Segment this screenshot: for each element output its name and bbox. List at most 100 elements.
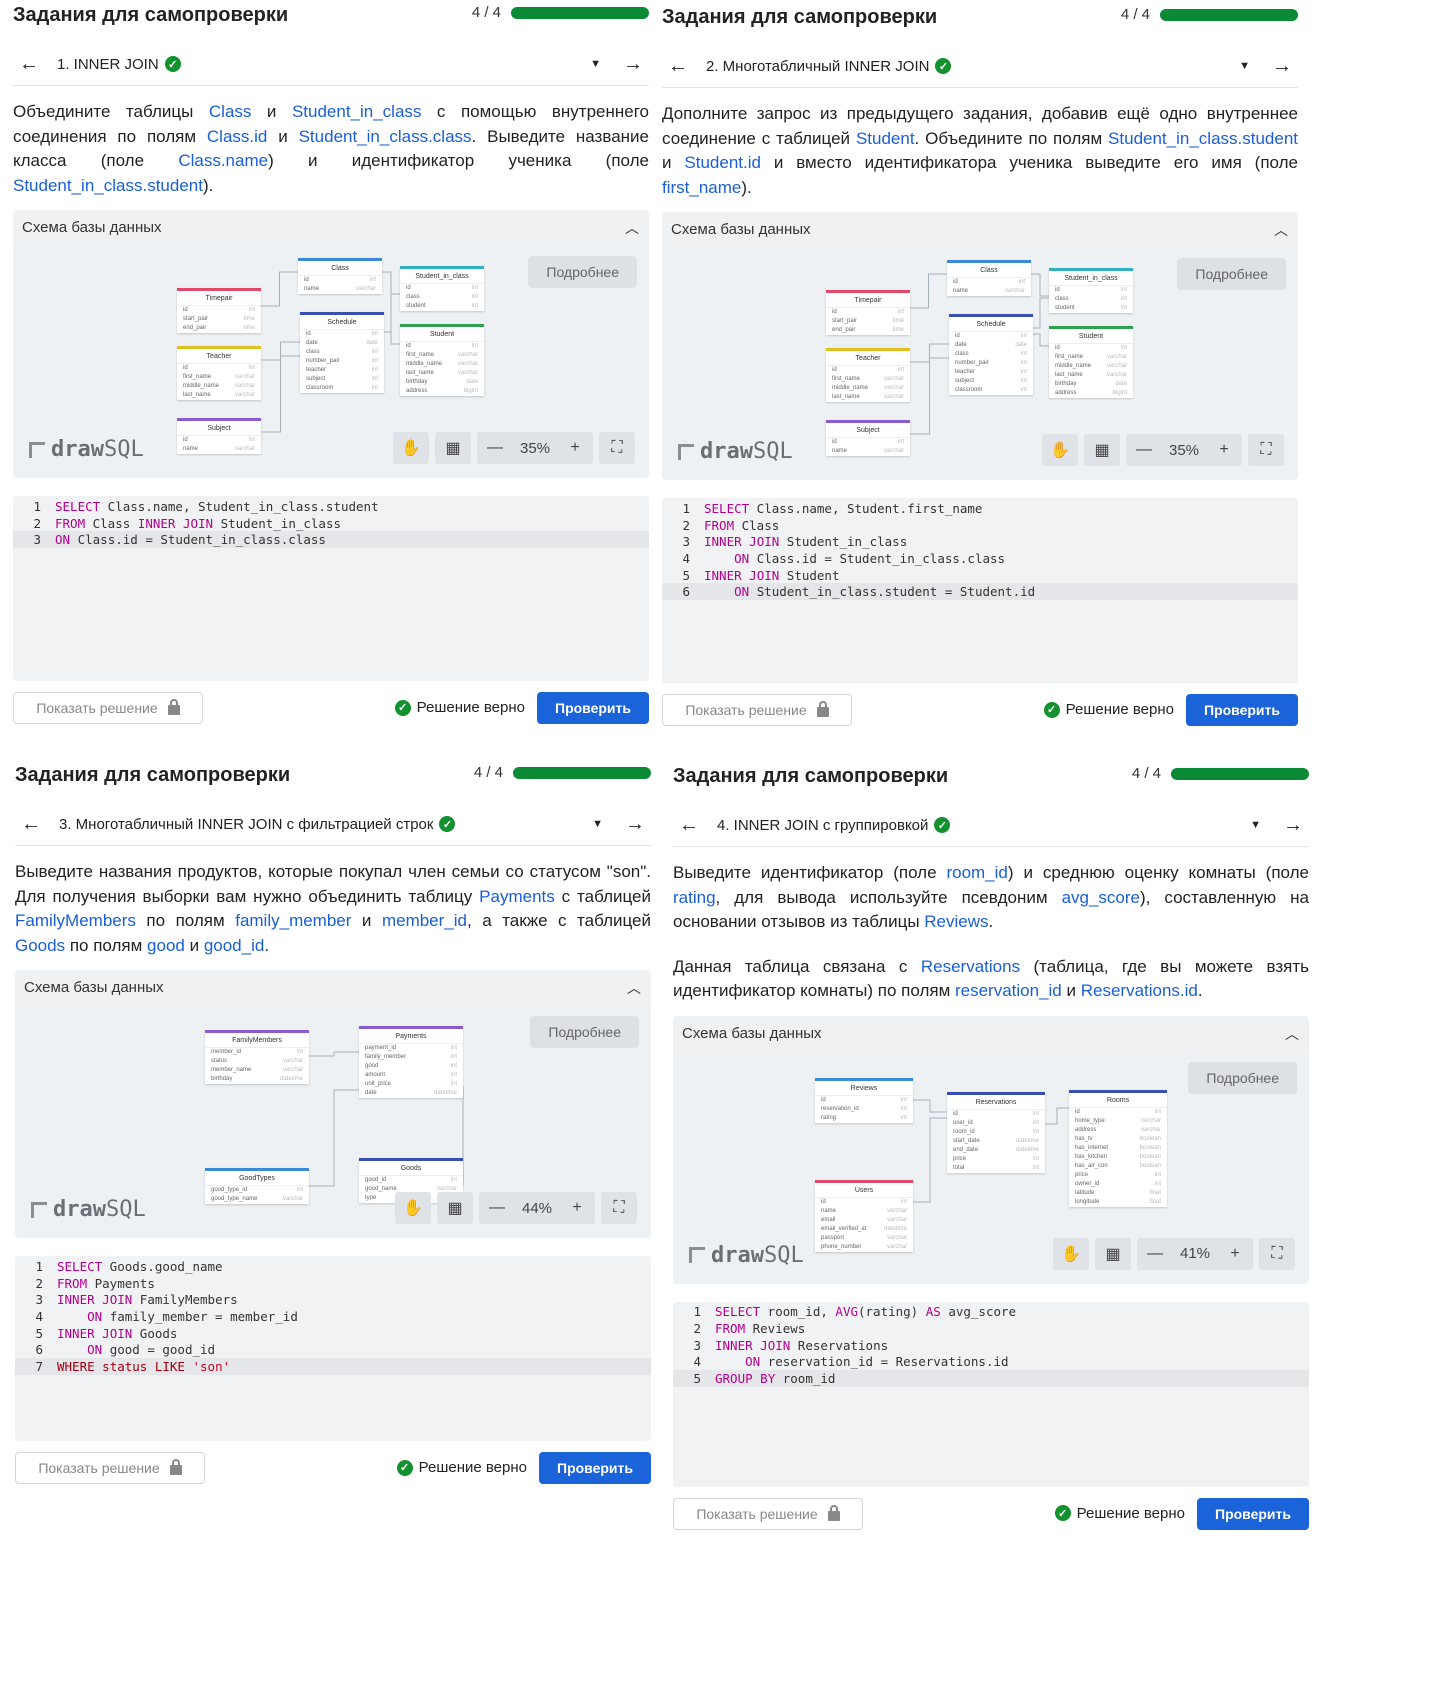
sql-editor[interactable]: 1 SELECT Class.name, Student.first_name 2 F… [662,498,1298,683]
schema-header[interactable]: Схема базы данных ︿ [13,210,649,246]
zoom-out-icon[interactable]: — [479,1192,515,1224]
hand-icon[interactable]: ✋ [395,1192,431,1224]
code-token: status [102,1358,148,1374]
schema-column: date datetime [359,1089,463,1098]
schema-header[interactable]: Схема базы данных ︿ [15,970,651,1006]
more-button[interactable]: Подробнее [530,1016,639,1048]
fullscreen-icon[interactable]: ⛶ [1248,434,1284,466]
field-link: Student_in_class.student [1108,128,1299,148]
caret-down-icon[interactable]: ▼ [592,818,603,830]
code-line: 5 INNER JOIN Student [662,567,1298,584]
column-type: varchar [883,376,904,382]
show-solution-button[interactable]: Показать решение [15,1452,205,1484]
column-name: middle_name [183,383,220,389]
zoom-out-icon[interactable]: — [1137,1237,1173,1270]
sql-editor[interactable]: 1 SELECT room_id, AVG(rating) AS avg_scor… [673,1301,1309,1487]
arrow-left-icon[interactable]: ← [19,54,39,74]
zoom-in-icon[interactable]: + [1217,1237,1253,1270]
chevron-up-icon[interactable]: ︿ [1285,1024,1299,1044]
schema-table-name: FamilyMembers [205,1030,309,1048]
code-text: INNER JOIN Reservations [715,1337,889,1353]
column-name: id [832,309,837,315]
schema-canvas[interactable]: FamilyMembers member_id int status varchar me… [15,1006,651,1238]
zoom-in-icon[interactable]: + [557,432,593,464]
check-button[interactable]: Проверить [1186,694,1298,726]
grid-icon[interactable]: ▦ [1095,1237,1131,1270]
sql-editor[interactable]: 1 SELECT Goods.good_name 2 FROM Payments 3 IN… [15,1256,651,1441]
fullscreen-icon[interactable]: ⛶ [599,432,635,464]
column-name: id [821,1198,826,1205]
hand-icon[interactable]: ✋ [393,432,429,464]
column-type: int [1020,360,1027,366]
zoom-out-icon[interactable]: — [477,432,513,464]
check-button[interactable]: Проверить [539,1452,651,1484]
column-type: int [1032,1164,1039,1171]
schema-table-name: Schedule [300,312,384,330]
chevron-up-icon[interactable]: ︿ [625,218,639,238]
hand-icon[interactable]: ✋ [1042,434,1078,466]
check-button[interactable]: Проверить [1197,1497,1309,1530]
logo-text: drawSQL [53,1197,146,1222]
more-button[interactable]: Подробнее [1177,258,1286,290]
progress-bar [1160,8,1298,21]
schema-canvas[interactable]: Reviews id int reservation_id int rating int Re… [673,1051,1309,1284]
zoom-in-icon[interactable]: + [559,1192,595,1224]
task-description: Выведите идентификатор (поле room_id) и … [673,863,1310,931]
column-name: longitude [1075,1198,1100,1205]
code-token: JOIN [749,534,780,550]
grid-icon[interactable]: ▦ [437,1192,473,1224]
arrow-left-icon[interactable]: ← [668,56,688,76]
line-number: 3 [35,1292,43,1308]
arrow-right-icon[interactable]: → [625,814,645,834]
check-circle-icon: ✓ [1043,701,1060,718]
line-number: 3 [693,1337,701,1353]
caret-down-icon[interactable]: ▼ [1250,819,1261,831]
zoom-in-icon[interactable]: + [1206,434,1242,466]
arrow-right-icon[interactable]: → [1283,815,1303,835]
task-panel: Задания для самопроверки 4 / 4 ← 3. Многота… [15,760,651,1486]
schema-table-name: Rooms [1069,1089,1167,1108]
arrow-left-icon[interactable]: ← [679,815,699,835]
task-title[interactable]: 1. INNER JOIN ✓ [57,56,181,73]
schema-column: last_name varchar [1049,371,1133,380]
check-circle-icon: ✓ [935,58,952,74]
column-name: last_name [406,370,434,376]
field-link: good_id [203,935,265,955]
zoom-out-icon[interactable]: — [1126,434,1162,466]
more-button[interactable]: Подробнее [1188,1061,1297,1094]
field-link: first_name [662,177,742,197]
schema-canvas[interactable]: Timepair id int start_pair time end_pair time T… [13,246,649,478]
show-solution-button[interactable]: Показать решение [662,694,852,726]
task-title[interactable]: 4. INNER JOIN с группировкой ✓ [717,817,951,834]
hand-icon[interactable]: ✋ [1053,1237,1089,1270]
schema-table: Schedule id int date date class int number_pair… [300,312,384,393]
grid-icon[interactable]: ▦ [435,432,471,464]
show-solution-button[interactable]: Показать решение [13,692,203,724]
page-title: Задания для самопроверки [15,764,291,786]
schema-header[interactable]: Схема базы данных ︿ [662,212,1298,248]
arrow-left-icon[interactable]: ← [21,814,41,834]
schema-header[interactable]: Схема базы данных ︿ [673,1016,1309,1052]
sql-editor[interactable]: 1 SELECT Class.name, Student_in_class.stu… [13,496,649,681]
chevron-up-icon[interactable]: ︿ [1274,220,1288,240]
grid-icon[interactable]: ▦ [1084,434,1120,466]
arrow-right-icon[interactable]: → [623,54,643,74]
show-solution-button[interactable]: Показать решение [673,1497,863,1530]
schema-canvas[interactable]: Timepair id int start_pair time end_pair time T… [662,248,1298,480]
schema-column: email varchar [815,1216,913,1225]
arrow-right-icon[interactable]: → [1272,56,1292,76]
task-title[interactable]: 2. Многотабличный INNER JOIN ✓ [706,58,952,75]
caret-down-icon[interactable]: ▼ [590,58,601,70]
drawsql-logo: drawSQL [678,439,793,464]
task-nav-left: ← 2. Многотабличный INNER JOIN ✓ [668,56,952,76]
check-button[interactable]: Проверить [537,692,649,724]
code-token: SELECT [704,500,750,516]
line-number: 6 [35,1342,43,1358]
caret-down-icon[interactable]: ▼ [1239,60,1250,72]
fullscreen-icon[interactable]: ⛶ [1259,1237,1295,1270]
task-title[interactable]: 3. Многотабличный INNER JOIN с фильтраци… [59,816,456,833]
chevron-up-icon[interactable]: ︿ [627,978,641,998]
column-type: int [369,277,376,283]
more-button[interactable]: Подробнее [528,256,637,288]
fullscreen-icon[interactable]: ⛶ [601,1192,637,1224]
